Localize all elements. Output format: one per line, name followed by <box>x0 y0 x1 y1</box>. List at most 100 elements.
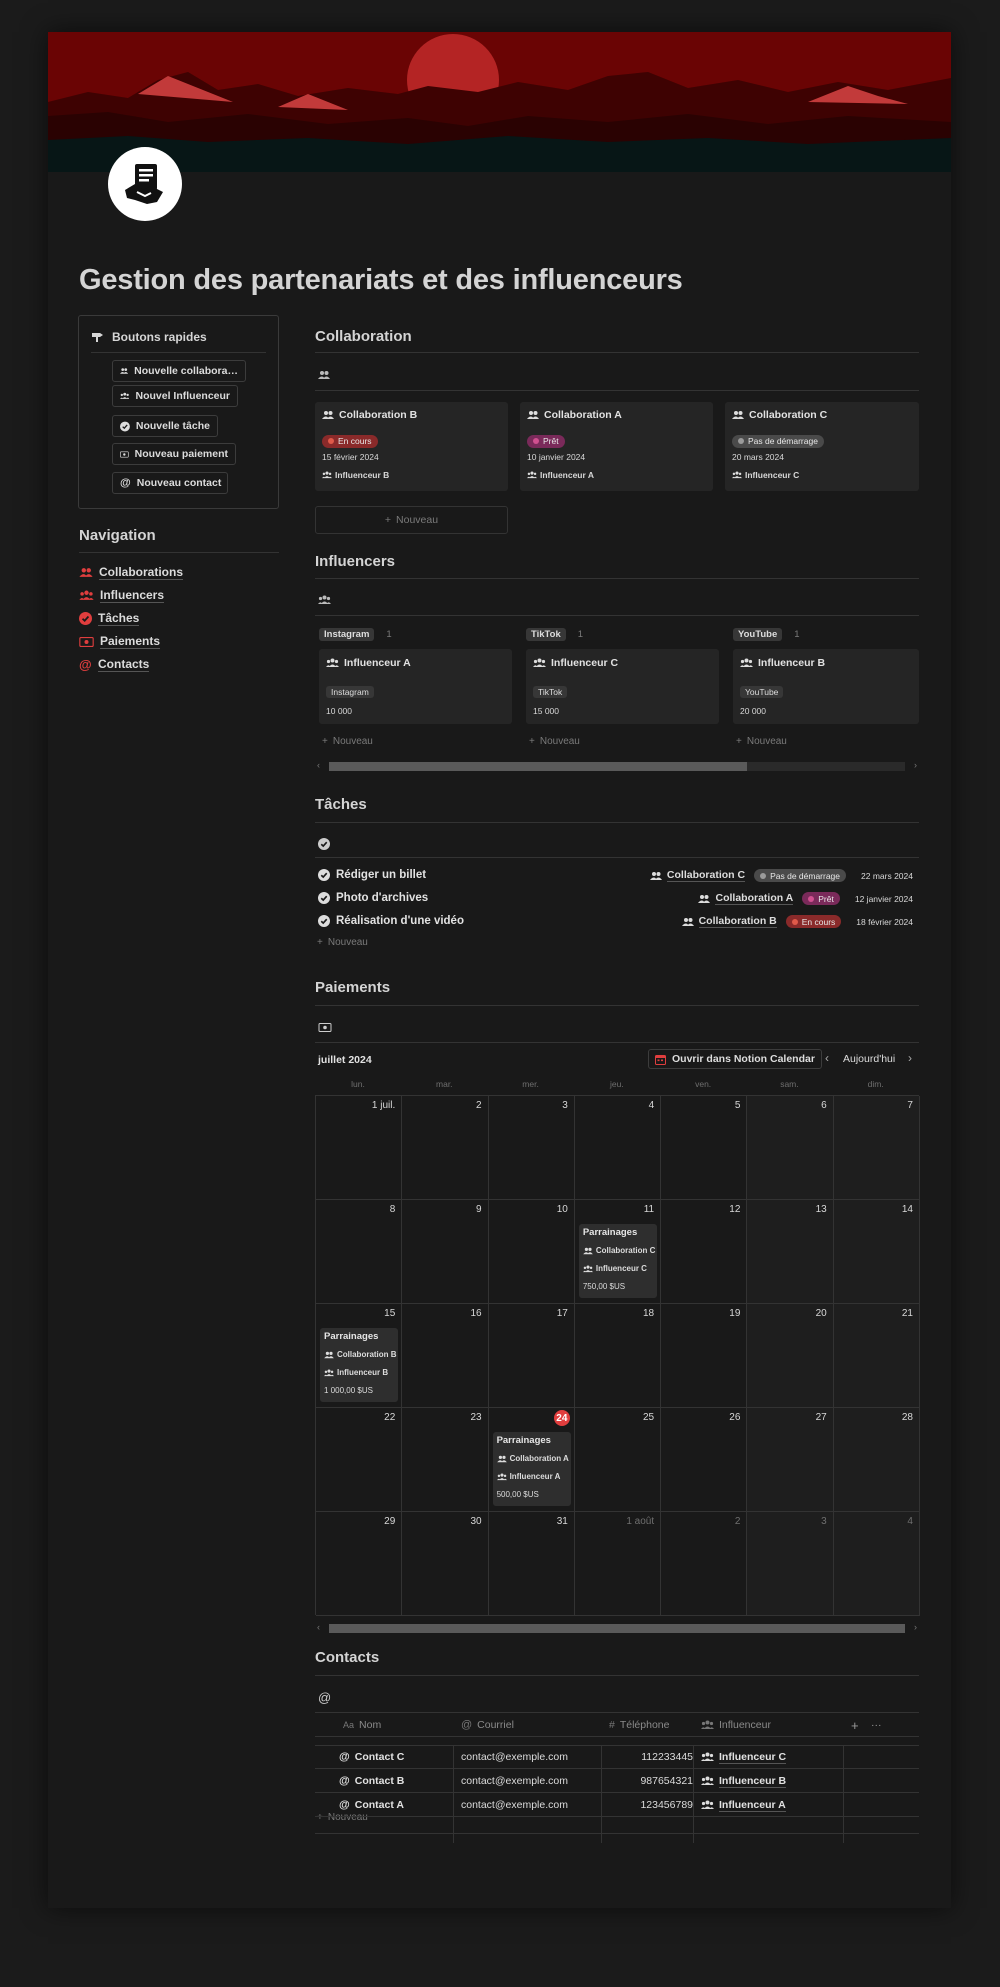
task-row[interactable]: Photo d'archives Collaboration A Prêt 12… <box>315 889 919 909</box>
contact-influencer-cell[interactable]: Influenceur B <box>701 1769 787 1793</box>
table-row[interactable]: @ Contact C contact@exemple.com 112233445 In… <box>315 1745 919 1769</box>
calendar-day-cell[interactable]: 6 <box>747 1096 834 1200</box>
contact-influencer-cell[interactable]: Influenceur C <box>701 1745 787 1769</box>
collaboration-card[interactable]: Collaboration C Pas de démarrage 20 mars… <box>725 402 919 491</box>
calendar-day-cell[interactable]: 22 <box>316 1408 403 1512</box>
new-contact-button[interactable]: @ Nouveau contact <box>112 472 228 494</box>
calendar-day-cell[interactable]: 11 Parrainages Collaboration C Influenceur … <box>574 1200 662 1304</box>
open-in-notion-calendar-button[interactable]: Ouvrir dans Notion Calendar <box>648 1049 822 1069</box>
nav-item-contacts[interactable]: @ Contacts <box>79 657 150 672</box>
contact-name-cell[interactable]: @ Contact B <box>339 1769 404 1793</box>
contact-email-cell[interactable]: contact@exemple.com <box>461 1769 568 1793</box>
cover-image[interactable] <box>48 32 951 172</box>
new-collaboration-card-button[interactable]: + Nouveau <box>315 506 508 534</box>
collaboration-db-icon[interactable] <box>318 370 330 380</box>
calendar-day-cell[interactable]: 4 <box>574 1096 662 1200</box>
calendar-day-cell[interactable]: 9 <box>402 1200 489 1304</box>
calendar-day-cell[interactable]: 4 <box>833 1512 920 1616</box>
new-task-button[interactable]: Nouvelle tâche <box>112 415 218 437</box>
calendar-day-cell[interactable]: 18 <box>574 1304 662 1408</box>
payments-db-icon[interactable] <box>318 1023 332 1032</box>
column-header-email[interactable]: @ Courriel <box>461 1713 514 1737</box>
task-collab-relation[interactable]: Collaboration B <box>681 915 777 928</box>
at-icon[interactable]: @ <box>318 1690 331 1705</box>
new-influencer-row[interactable]: + Nouveau <box>322 736 373 747</box>
contact-phone-cell[interactable]: 987654321 <box>609 1769 693 1793</box>
contact-name-cell[interactable]: @ Contact A <box>339 1793 404 1817</box>
calendar-day-cell[interactable]: 14 <box>833 1200 920 1304</box>
calendar-day-cell[interactable]: 26 <box>661 1408 748 1512</box>
column-header-name[interactable]: Aa Nom <box>343 1713 381 1737</box>
column-header-phone[interactable]: # Téléphone <box>609 1713 669 1737</box>
calendar-day-cell[interactable]: 8 <box>316 1200 403 1304</box>
calendar-day-cell[interactable]: 1 août <box>574 1512 662 1616</box>
new-influencer-button[interactable]: Nouvel Influenceur <box>112 385 238 407</box>
calendar-day-cell[interactable]: 27 <box>747 1408 834 1512</box>
task-collab-relation[interactable]: Collaboration C <box>649 869 746 882</box>
more-options-button[interactable]: ··· <box>871 1713 882 1737</box>
calendar-day-cell[interactable]: 20 <box>747 1304 834 1408</box>
calendar-day-cell[interactable]: 30 <box>402 1512 489 1616</box>
calendar-day-cell[interactable]: 23 <box>402 1408 489 1512</box>
scroll-right-arrow[interactable]: › <box>914 1622 917 1632</box>
contact-influencer-cell[interactable]: Influenceur A <box>701 1793 786 1817</box>
column-header-influencer[interactable]: Influenceur <box>701 1713 771 1737</box>
table-row[interactable]: @ Contact B contact@exemple.com 987654321 In… <box>315 1769 919 1793</box>
calendar-day-cell[interactable]: 17 <box>488 1304 575 1408</box>
new-task-row[interactable]: + Nouveau <box>317 937 368 948</box>
calendar-day-cell[interactable]: 5 <box>661 1096 748 1200</box>
scroll-left-arrow[interactable]: ‹ <box>317 1622 320 1632</box>
task-row[interactable]: Rédiger un billet Collaboration C Pas de… <box>315 866 919 886</box>
table-row[interactable]: @ Contact A contact@exemple.com 123456789 In… <box>315 1793 919 1817</box>
calendar-day-cell[interactable]: 1 juil. <box>316 1096 403 1200</box>
payment-event[interactable]: Parrainages Collaboration C Influenceur C 7… <box>578 1224 658 1298</box>
payment-event[interactable]: Parrainages Collaboration A Influenceur A 5… <box>492 1432 571 1506</box>
contact-email-cell[interactable]: contact@exemple.com <box>461 1793 568 1817</box>
horizontal-scrollbar[interactable]: ‹ › <box>315 760 919 772</box>
calendar-day-cell[interactable]: 2 <box>661 1512 748 1616</box>
task-collab-relation[interactable]: Collaboration A <box>698 892 794 905</box>
task-row[interactable]: Réalisation d'une vidéo Collaboration B … <box>315 912 919 932</box>
calendar-day-cell[interactable]: 7 <box>833 1096 920 1200</box>
scroll-left-arrow[interactable]: ‹ <box>317 760 320 770</box>
scrollbar-thumb[interactable] <box>329 762 747 771</box>
page-icon[interactable] <box>108 147 182 221</box>
calendar-day-cell[interactable]: 10 <box>488 1200 575 1304</box>
nav-item-payments[interactable]: Paiements <box>79 634 161 649</box>
calendar-day-cell[interactable]: 2 <box>402 1096 489 1200</box>
collaboration-card[interactable]: Collaboration A Prêt 10 janvier 2024 Inf… <box>520 402 713 491</box>
contact-email-cell[interactable]: contact@exemple.com <box>461 1745 568 1769</box>
calendar-today-button[interactable]: Aujourd'hui <box>843 1053 895 1065</box>
contact-phone-cell[interactable]: 112233445 <box>609 1745 693 1769</box>
contact-phone-cell[interactable]: 123456789 <box>609 1793 693 1817</box>
influencer-card[interactable]: Influenceur B YouTube 20 000 <box>733 649 919 724</box>
calendar-prev-button[interactable]: ‹ <box>825 1051 829 1065</box>
add-column-button[interactable]: + <box>851 1713 859 1737</box>
calendar-horizontal-scrollbar[interactable]: ‹ › <box>315 1622 919 1634</box>
board-group-header[interactable]: TikTok 1 <box>526 628 583 641</box>
scroll-right-arrow[interactable]: › <box>914 760 917 770</box>
calendar-day-cell[interactable]: 29 <box>316 1512 403 1616</box>
contact-name-cell[interactable]: @ Contact C <box>339 1745 404 1769</box>
calendar-day-cell[interactable]: 12 <box>661 1200 748 1304</box>
calendar-day-cell[interactable]: 25 <box>574 1408 662 1512</box>
new-payment-button[interactable]: Nouveau paiement <box>112 443 236 465</box>
influencer-card[interactable]: Influenceur C TikTok 15 000 <box>526 649 719 724</box>
calendar-day-cell[interactable]: 31 <box>488 1512 575 1616</box>
tasks-db-icon[interactable] <box>318 838 330 850</box>
calendar-day-cell[interactable]: 28 <box>833 1408 920 1512</box>
calendar-day-cell[interactable]: 19 <box>661 1304 748 1408</box>
payment-event[interactable]: Parrainages Collaboration B Influenceur B 1… <box>320 1328 399 1402</box>
collaboration-card[interactable]: Collaboration B En cours 15 février 2024… <box>315 402 508 491</box>
scrollbar-thumb[interactable] <box>329 1624 905 1633</box>
calendar-day-cell[interactable]: 24 Parrainages Collaboration A Influenceur … <box>488 1408 575 1512</box>
calendar-day-cell[interactable]: 21 <box>833 1304 920 1408</box>
calendar-day-cell[interactable]: 15 Parrainages Collaboration B Influenceur … <box>316 1304 403 1408</box>
nav-item-collaborations[interactable]: Collaborations <box>79 565 184 580</box>
calendar-next-button[interactable]: › <box>908 1051 912 1065</box>
new-influencer-row[interactable]: + Nouveau <box>529 736 580 747</box>
influencer-card[interactable]: Influenceur A Instagram 10 000 <box>319 649 512 724</box>
influencers-db-icon[interactable] <box>318 595 331 605</box>
calendar-day-cell[interactable]: 3 <box>488 1096 575 1200</box>
calendar-day-cell[interactable]: 16 <box>402 1304 489 1408</box>
